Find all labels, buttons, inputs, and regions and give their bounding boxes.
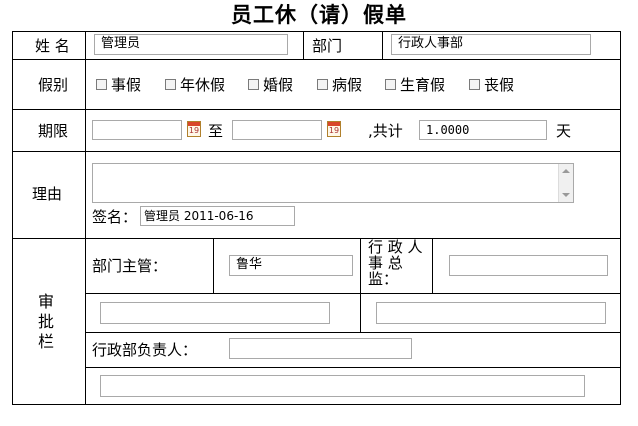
period-label: 期限 <box>38 122 69 140</box>
hr-director-label: 行 政 人 事 总监： <box>368 238 423 288</box>
admin-head-comment[interactable] <box>100 375 585 397</box>
row-divider <box>12 238 621 239</box>
col-divider <box>432 238 433 294</box>
scroll-down-icon[interactable] <box>562 193 570 197</box>
hr-director-comment[interactable] <box>376 302 606 324</box>
reason-textarea[interactable] <box>92 163 574 203</box>
signature-field[interactable]: 管理员 2011-06-16 <box>140 206 295 226</box>
row-divider <box>85 367 621 368</box>
calendar-icon[interactable]: 19 <box>327 121 341 137</box>
leave-type-checkbox[interactable] <box>317 79 328 90</box>
to-label: 至 <box>208 122 224 140</box>
col-divider <box>213 238 214 294</box>
leave-type-option: 婚假 <box>263 76 294 94</box>
row-divider <box>12 59 621 60</box>
col-divider <box>303 31 304 60</box>
col-divider <box>360 238 361 333</box>
leave-type-option: 病假 <box>332 76 363 94</box>
dept-manager-field[interactable]: 鲁华 <box>229 255 353 276</box>
reason-label: 理由 <box>32 185 63 203</box>
leave-type-checkbox[interactable] <box>469 79 480 90</box>
days-label: 天 <box>556 122 572 140</box>
approval-label: 审批栏 <box>38 292 55 351</box>
leave-type-checkbox[interactable] <box>165 79 176 90</box>
reason-text <box>93 164 573 168</box>
table-border-bottom <box>12 404 621 405</box>
leave-type-option: 年休假 <box>180 76 226 94</box>
leave-type-option: 生育假 <box>400 76 446 94</box>
reason-scrollbar[interactable] <box>558 164 573 202</box>
hr-director-field[interactable] <box>449 255 608 276</box>
leave-type-checkbox[interactable] <box>385 79 396 90</box>
col-divider <box>382 31 383 60</box>
leave-type-option: 事假 <box>111 76 142 94</box>
scroll-up-icon[interactable] <box>562 169 570 173</box>
label-column-divider <box>85 31 86 405</box>
department-label: 部门 <box>312 37 343 55</box>
leave-type-checkbox[interactable] <box>96 79 107 90</box>
total-days-field[interactable]: 1.0000 <box>419 120 547 140</box>
row-divider <box>85 293 621 294</box>
row-divider <box>85 332 621 333</box>
table-border-left <box>12 31 13 405</box>
leave-type-checkbox[interactable] <box>248 79 259 90</box>
end-date-field[interactable] <box>232 120 322 140</box>
dept-manager-comment[interactable] <box>100 302 330 324</box>
row-divider <box>12 109 621 110</box>
row-divider <box>12 151 621 152</box>
admin-head-field[interactable] <box>229 338 412 359</box>
leave-type-label: 假别 <box>38 76 69 94</box>
name-label: 姓 名 <box>35 37 70 55</box>
dept-manager-label: 部门主管： <box>92 257 168 275</box>
name-field[interactable]: 管理员 <box>94 34 288 55</box>
signature-label: 签名： <box>92 208 138 226</box>
table-border-right <box>620 31 621 405</box>
leave-type-option: 丧假 <box>484 76 515 94</box>
table-border-top <box>12 31 621 32</box>
start-date-field[interactable] <box>92 120 182 140</box>
admin-head-label: 行政部负责人： <box>92 341 198 359</box>
form-title: 员工休（请）假单 <box>231 2 407 27</box>
total-label: ,共计 <box>368 122 403 140</box>
calendar-icon[interactable]: 19 <box>187 121 201 137</box>
department-field[interactable]: 行政人事部 <box>391 34 591 55</box>
